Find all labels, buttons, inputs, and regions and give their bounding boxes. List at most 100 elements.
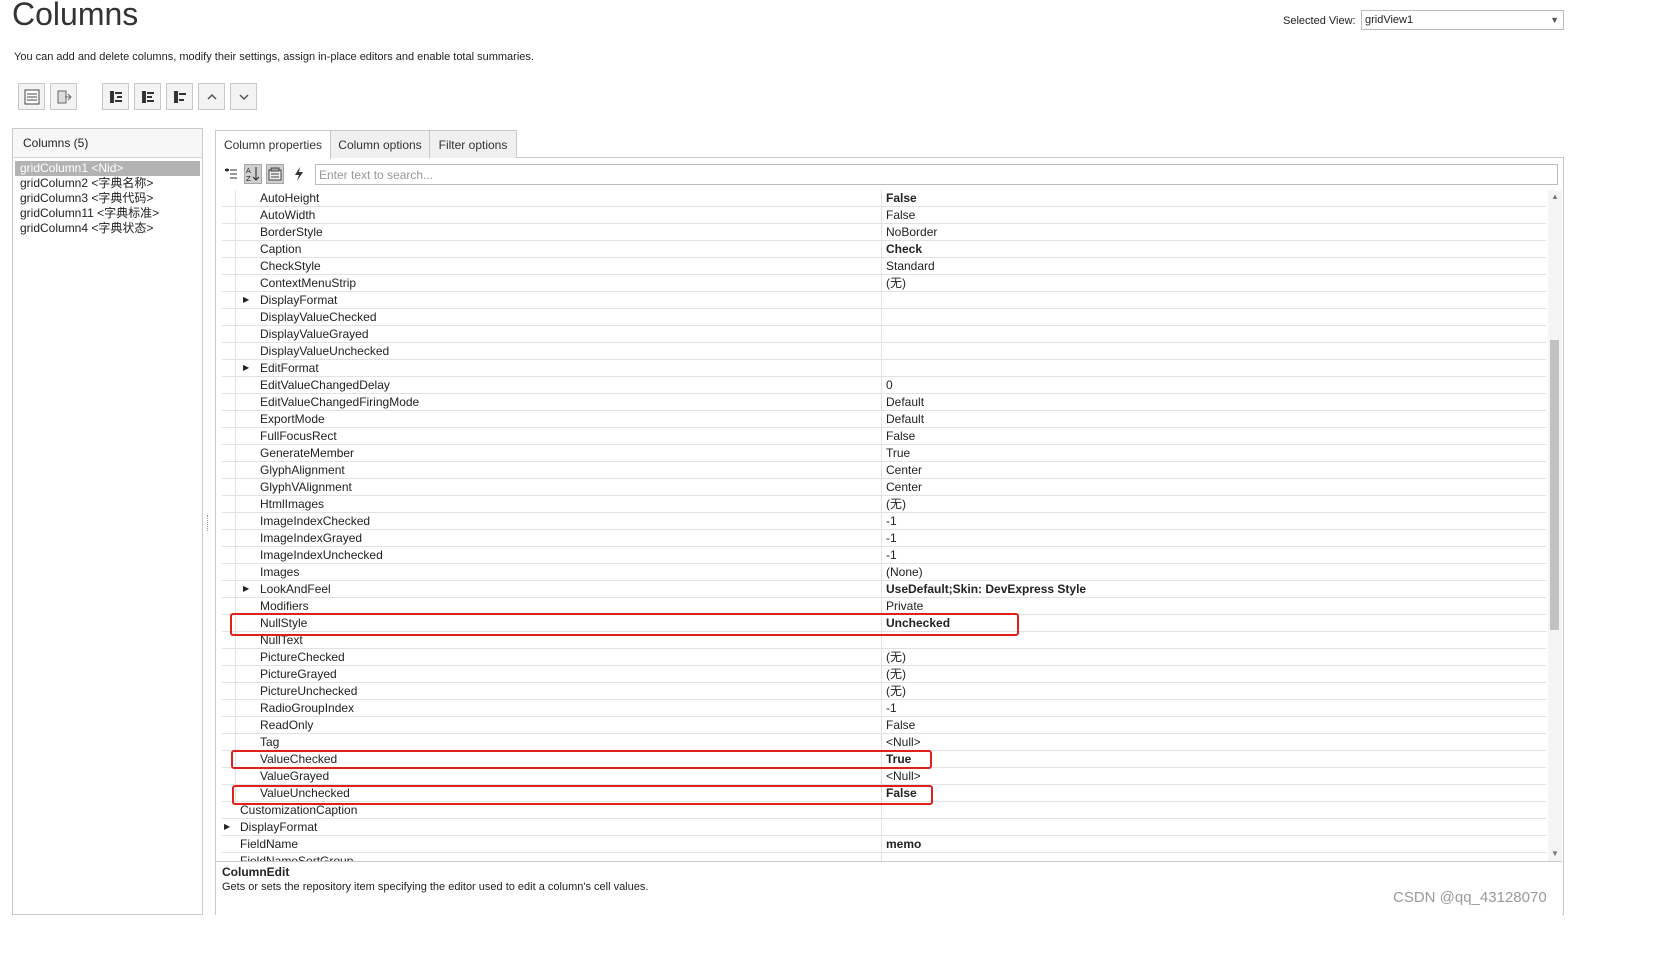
column-list-item[interactable]: gridColumn1 <Nid>	[15, 161, 200, 176]
property-value[interactable]	[881, 853, 1546, 861]
property-value[interactable]: UseDefault;Skin: DevExpress Style	[881, 581, 1546, 598]
property-row[interactable]: ReadOnly False	[222, 717, 1546, 734]
selected-view-dropdown[interactable]: gridView1 ▼	[1361, 10, 1564, 30]
property-row[interactable]: FieldName memo	[222, 836, 1546, 853]
property-value[interactable]	[881, 309, 1546, 326]
expand-arrow-icon[interactable]: ▶	[243, 581, 249, 598]
property-row[interactable]: AutoHeight False	[222, 190, 1546, 207]
tab-column-properties[interactable]: Column properties	[215, 130, 331, 159]
property-value[interactable]: True	[881, 445, 1546, 462]
column-list-item[interactable]: gridColumn4 <字典状态>	[13, 221, 202, 236]
categorized-button[interactable]	[222, 164, 240, 184]
property-value[interactable]: (无)	[881, 649, 1546, 666]
property-row[interactable]: ▶ EditFormat	[222, 360, 1546, 377]
property-value[interactable]	[881, 819, 1546, 836]
property-value[interactable]: -1	[881, 530, 1546, 547]
property-row[interactable]: EditValueChangedFiringMode Default	[222, 394, 1546, 411]
property-row[interactable]: Tag <Null>	[222, 734, 1546, 751]
property-row[interactable]: RadioGroupIndex -1	[222, 700, 1546, 717]
scroll-up-icon[interactable]: ▲	[1548, 190, 1562, 204]
property-row[interactable]: ImageIndexUnchecked -1	[222, 547, 1546, 564]
property-value[interactable]	[881, 802, 1546, 819]
property-row[interactable]: ▶ DisplayFormat	[222, 292, 1546, 309]
property-value[interactable]: False	[881, 785, 1546, 802]
property-search-input[interactable]	[315, 164, 1558, 185]
property-value[interactable]: -1	[881, 547, 1546, 564]
expand-arrow-icon[interactable]: ▶	[224, 819, 230, 836]
retrieve-fields-button[interactable]	[50, 83, 77, 110]
scrollbar-thumb[interactable]	[1550, 340, 1559, 630]
property-value[interactable]: Standard	[881, 258, 1546, 275]
move-up-button[interactable]	[198, 83, 225, 110]
property-value[interactable]: <Null>	[881, 734, 1546, 751]
property-value[interactable]: -1	[881, 513, 1546, 530]
panel-splitter[interactable]	[207, 515, 210, 531]
property-row[interactable]: PictureUnchecked (无)	[222, 683, 1546, 700]
tab-filter-options[interactable]: Filter options	[429, 130, 517, 158]
property-value[interactable]: Default	[881, 411, 1546, 428]
property-row[interactable]: PictureChecked (无)	[222, 649, 1546, 666]
property-value[interactable]: (无)	[881, 666, 1546, 683]
move-down-button[interactable]	[230, 83, 257, 110]
property-value[interactable]: Check	[881, 241, 1546, 258]
property-row[interactable]: ImageIndexChecked -1	[222, 513, 1546, 530]
column-list-item[interactable]: gridColumn2 <字典名称>	[13, 176, 202, 191]
property-row[interactable]: AutoWidth False	[222, 207, 1546, 224]
expand-arrow-icon[interactable]: ▶	[243, 292, 249, 309]
property-value[interactable]: True	[881, 751, 1546, 768]
property-value[interactable]: Center	[881, 479, 1546, 496]
property-value[interactable]: NoBorder	[881, 224, 1546, 241]
property-value[interactable]: (无)	[881, 496, 1546, 513]
property-value[interactable]: False	[881, 207, 1546, 224]
property-value[interactable]: (无)	[881, 683, 1546, 700]
property-row[interactable]: ContextMenuStrip (无)	[222, 275, 1546, 292]
property-row[interactable]: ▶ LookAndFeel UseDefault;Skin: DevExpress …	[222, 581, 1546, 598]
property-row[interactable]: DisplayValueUnchecked	[222, 343, 1546, 360]
property-row[interactable]: FieldNameSortGroup	[222, 853, 1546, 861]
events-button[interactable]	[290, 164, 308, 184]
property-value[interactable]: memo	[881, 836, 1546, 853]
insert-column-button[interactable]	[134, 83, 161, 110]
property-row[interactable]: DisplayValueChecked	[222, 309, 1546, 326]
property-row[interactable]: GlyphVAlignment Center	[222, 479, 1546, 496]
property-value[interactable]	[881, 326, 1546, 343]
property-row[interactable]: ValueGrayed <Null>	[222, 768, 1546, 785]
property-value[interactable]: Center	[881, 462, 1546, 479]
alphabetical-button[interactable]: AZ	[244, 164, 262, 184]
tab-column-options[interactable]: Column options	[330, 130, 430, 158]
property-value[interactable]: 0	[881, 377, 1546, 394]
remove-column-button[interactable]	[166, 83, 193, 110]
property-value[interactable]: (None)	[881, 564, 1546, 581]
property-row[interactable]: GenerateMember True	[222, 445, 1546, 462]
column-list-item[interactable]: gridColumn3 <字典代码>	[13, 191, 202, 206]
add-column-button[interactable]	[102, 83, 129, 110]
property-row[interactable]: Caption Check	[222, 241, 1546, 258]
property-value[interactable]: False	[881, 190, 1546, 207]
property-value[interactable]: Default	[881, 394, 1546, 411]
property-row[interactable]: EditValueChangedDelay 0	[222, 377, 1546, 394]
show-designer-button[interactable]	[18, 83, 45, 110]
property-value[interactable]	[881, 343, 1546, 360]
property-row[interactable]: CheckStyle Standard	[222, 258, 1546, 275]
property-row[interactable]: PictureGrayed (无)	[222, 666, 1546, 683]
property-value[interactable]: (无)	[881, 275, 1546, 292]
property-grid-scrollbar[interactable]: ▲ ▼	[1548, 190, 1562, 861]
property-row[interactable]: ImageIndexGrayed -1	[222, 530, 1546, 547]
property-pages-button[interactable]	[266, 164, 284, 184]
property-value[interactable]	[881, 360, 1546, 377]
expand-arrow-icon[interactable]: ▶	[243, 360, 249, 377]
property-row[interactable]: HtmlImages (无)	[222, 496, 1546, 513]
property-value[interactable]: -1	[881, 700, 1546, 717]
property-value[interactable]: False	[881, 717, 1546, 734]
property-value[interactable]: False	[881, 428, 1546, 445]
property-row[interactable]: ExportMode Default	[222, 411, 1546, 428]
column-list-item[interactable]: gridColumn11 <字典标准>	[13, 206, 202, 221]
property-value[interactable]	[881, 292, 1546, 309]
property-row[interactable]: DisplayValueGrayed	[222, 326, 1546, 343]
property-row[interactable]: GlyphAlignment Center	[222, 462, 1546, 479]
property-row[interactable]: Images (None)	[222, 564, 1546, 581]
property-value[interactable]: <Null>	[881, 768, 1546, 785]
scroll-down-icon[interactable]: ▼	[1548, 847, 1562, 861]
property-row[interactable]: BorderStyle NoBorder	[222, 224, 1546, 241]
property-row[interactable]: ▶ DisplayFormat	[222, 819, 1546, 836]
